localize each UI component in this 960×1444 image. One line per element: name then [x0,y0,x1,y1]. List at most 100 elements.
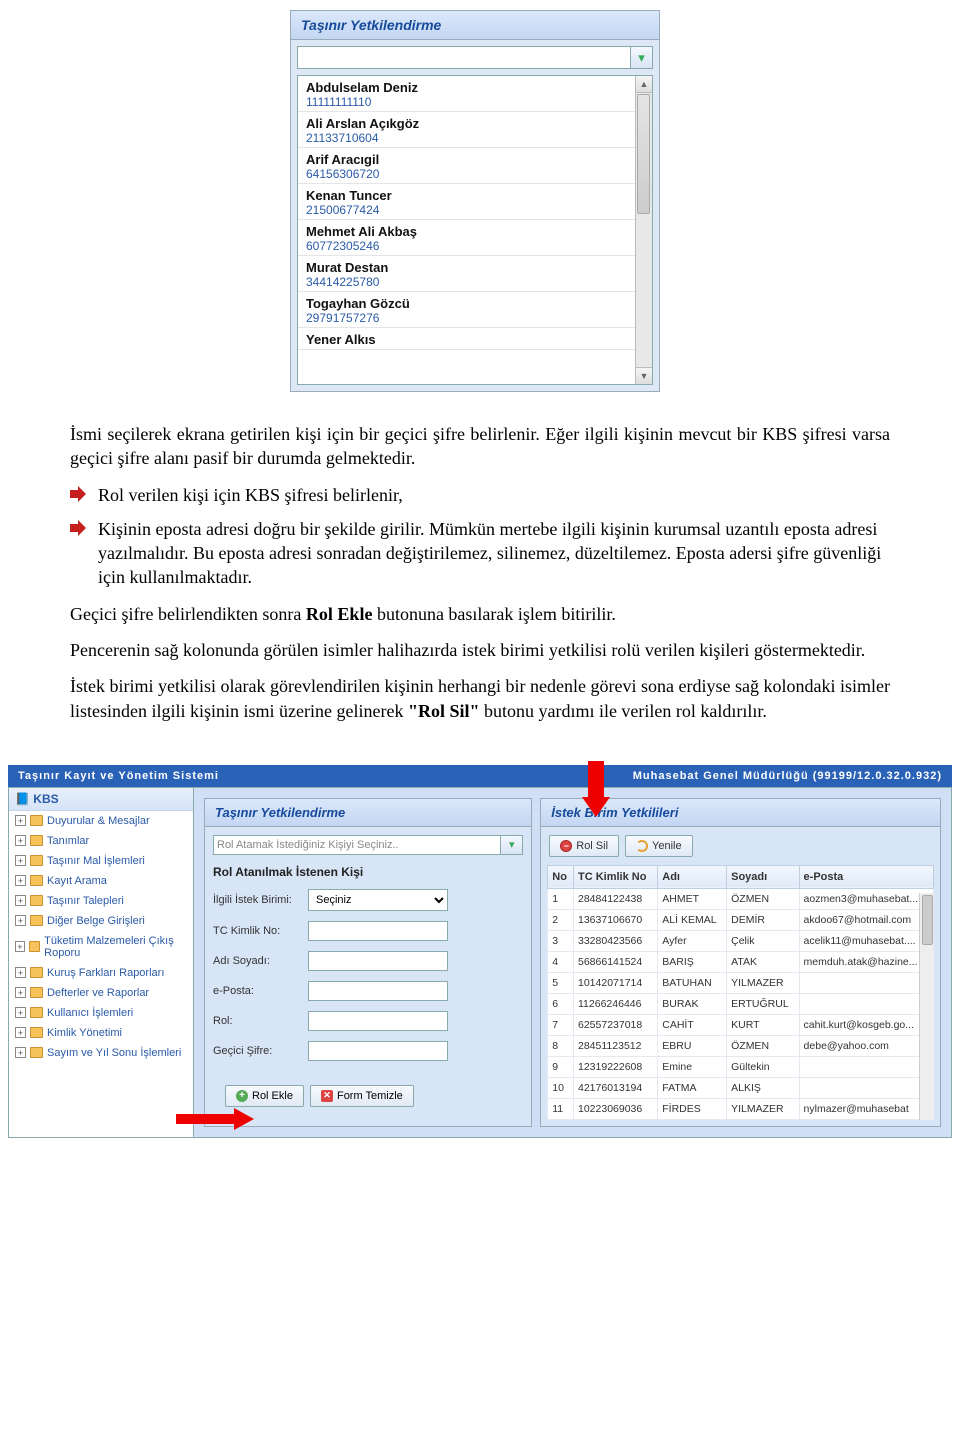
person-option[interactable]: Mehmet Ali Akbaş60772305246 [298,220,652,256]
cell: FATMA [658,1077,727,1098]
expand-icon[interactable]: + [15,941,25,952]
person-option[interactable]: Yener Alkıs [298,328,652,350]
expand-icon[interactable]: + [15,1027,26,1038]
column-header[interactable]: Adı [658,865,727,888]
delete-role-button[interactable]: −Rol Sil [549,835,619,857]
field-label: Rol: [213,1015,308,1027]
cell: 5 [548,972,574,993]
nav-item[interactable]: +Kayıt Arama [9,871,193,891]
expand-icon[interactable]: + [15,967,26,978]
scroll-up-icon[interactable]: ▲ [636,76,652,93]
nav-item[interactable]: +Kuruş Farkları Raporları [9,963,193,983]
table-row[interactable]: 912319222608EmineGültekin [548,1056,934,1077]
person-option[interactable]: Kenan Tuncer21500677424 [298,184,652,220]
table-row[interactable]: 762557237018CAHİTKURTcahit.kurt@kosgeb.g… [548,1014,934,1035]
field-label: Geçici Şifre: [213,1045,308,1057]
expand-icon[interactable]: + [15,875,26,886]
cell: Çelik [727,930,799,951]
chevron-down-icon: ▾ [509,838,515,851]
nav-item[interactable]: +Sayım ve Yıl Sonu İşlemleri [9,1043,193,1063]
table-row[interactable]: 456866141524BARIŞATAKmemduh.atak@hazine.… [548,951,934,972]
grid-scrollbar[interactable] [919,893,934,1120]
nav-item[interactable]: +Taşınır Mal İşlemleri [9,851,193,871]
cell: ALİ KEMAL [658,909,727,930]
nav-item[interactable]: +Defterler ve Raporlar [9,983,193,1003]
table-row[interactable]: 611266246446BURAKERTUĞRUL [548,993,934,1014]
expand-icon[interactable]: + [15,1047,26,1058]
person-select-input[interactable] [213,835,501,855]
table-row[interactable]: 213637106670ALİ KEMALDEMİRakdoo67@hotmai… [548,909,934,930]
person-option[interactable]: Arif Aracıgil64156306720 [298,148,652,184]
scroll-thumb[interactable] [637,94,650,214]
paragraph: Pencerenin sağ kolonunda görülen isimler… [70,638,890,662]
person-option[interactable]: Murat Destan34414225780 [298,256,652,292]
expand-icon[interactable]: + [15,915,26,926]
cell [799,972,933,993]
person-option[interactable]: Ali Arslan Açıkgöz21133710604 [298,112,652,148]
callout-arrow-down [582,761,610,817]
nav-root[interactable]: 📘 KBS [9,788,193,811]
app-window: Taşınır Kayıt ve Yönetim Sistemi Muhaseb… [8,765,952,1138]
cell: 10 [548,1077,574,1098]
cell: 42176013194 [574,1077,658,1098]
expand-icon[interactable]: + [15,815,26,826]
table-row[interactable]: 1042176013194FATMAALKIŞ [548,1077,934,1098]
person-option[interactable]: Togayhan Gözcü29791757276 [298,292,652,328]
document-body: İsmi seçilerek ekrana getirilen kişi içi… [0,392,960,755]
unit-select[interactable]: Seçiniz [308,889,448,911]
column-header[interactable]: Soyadı [727,865,799,888]
expand-icon[interactable]: + [15,895,26,906]
nav-item[interactable]: +Tanımlar [9,831,193,851]
folder-icon [30,967,43,978]
scroll-thumb[interactable] [922,895,933,945]
cell: FİRDES [658,1098,727,1119]
expand-icon[interactable]: + [15,835,26,846]
combo-trigger[interactable]: ▾ [501,835,523,855]
nav-item[interactable]: +Kullanıcı İşlemleri [9,1003,193,1023]
tc-input[interactable] [308,921,448,941]
table-row[interactable]: 510142071714BATUHANYILMAZER [548,972,934,993]
nav-item[interactable]: +Taşınır Talepleri [9,891,193,911]
table-row[interactable]: 1110223069036FİRDESYILMAZERnylmazer@muha… [548,1098,934,1119]
column-header[interactable]: No [548,865,574,888]
cell: Gültekin [727,1056,799,1077]
clear-form-button[interactable]: ✕Form Temizle [310,1085,414,1107]
scroll-down-icon[interactable]: ▼ [636,367,652,384]
expand-icon[interactable]: + [15,987,26,998]
cell: 33280423566 [574,930,658,951]
column-header[interactable]: TC Kimlik No [574,865,658,888]
expand-icon[interactable]: + [15,1007,26,1018]
nav-item[interactable]: +Diğer Belge Girişleri [9,911,193,931]
arrow-bullet-icon [70,486,88,504]
combo-trigger[interactable]: ▾ [631,46,653,69]
nav-tree: 📘 KBS +Duyurular & Mesajlar+Tanımlar+Taş… [9,788,194,1137]
password-input[interactable] [308,1041,448,1061]
folder-icon [29,941,40,952]
cell: 11266246446 [574,993,658,1014]
column-header[interactable]: e-Posta [799,865,933,888]
cell: Ayfer [658,930,727,951]
table-row[interactable]: 128484122438AHMETÖZMENaozmen3@muhasebat.… [548,888,934,909]
table-row[interactable]: 828451123512EBRUÖZMENdebe@yahoo.com [548,1035,934,1056]
expand-icon[interactable]: + [15,855,26,866]
nav-item[interactable]: +Duyurular & Mesajlar [9,811,193,831]
nav-item[interactable]: +Tüketim Malzemeleri Çıkış Roporu [9,931,193,963]
table-row[interactable]: 333280423566AyferÇelikacelik11@muhasebat… [548,930,934,951]
app-title-right: Muhasebat Genel Müdürlüğü (99199/12.0.32… [633,770,942,782]
person-combo-input[interactable] [297,46,631,69]
person-option[interactable]: Abdulselam Deniz11111111110 [298,76,652,112]
nav-item[interactable]: +Kimlik Yönetimi [9,1023,193,1043]
add-role-button[interactable]: +Rol Ekle [225,1085,304,1107]
top-auth-panel: Taşınır Yetkilendirme ▾ Abdulselam Deniz… [290,10,660,392]
cell: EBRU [658,1035,727,1056]
email-input[interactable] [308,981,448,1001]
refresh-button[interactable]: Yenile [625,835,693,857]
cell: DEMİR [727,909,799,930]
name-input[interactable] [308,951,448,971]
refresh-icon [636,840,648,852]
role-input[interactable] [308,1011,448,1031]
cell: ATAK [727,951,799,972]
cell: ÖZMEN [727,1035,799,1056]
folder-icon [30,855,43,866]
scrollbar[interactable]: ▲ ▼ [635,76,652,384]
